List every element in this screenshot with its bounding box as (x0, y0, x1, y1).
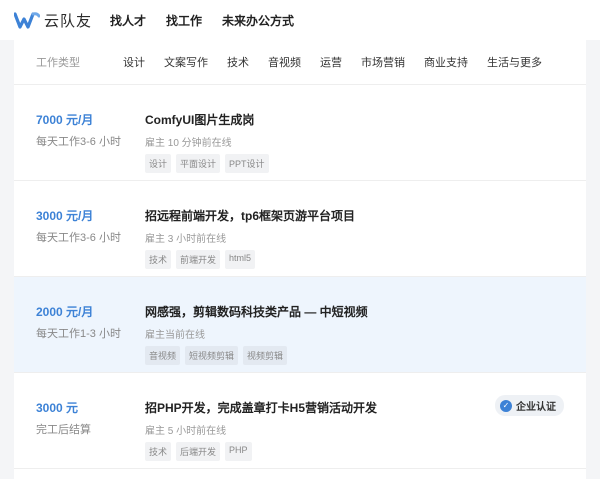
main-nav: 找人才 找工作 未来办公方式 (110, 12, 314, 29)
job-tags: 音视频 短视频剪辑 视频剪辑 (145, 346, 368, 365)
job-tag: PPT设计 (225, 154, 269, 173)
job-type-filter: 工作类型 设计 文案写作 技术 音视频 运营 市场营销 商业支持 生活与更多 (14, 40, 586, 85)
filter-category-marketing[interactable]: 市场营销 (361, 54, 405, 70)
job-salary: 2000 元/月 (36, 305, 94, 319)
filter-category-audio-video[interactable]: 音视频 (268, 54, 301, 70)
job-title[interactable]: 网感强，剪辑数码科技类产品 — 中短视频 (145, 303, 368, 320)
job-tag: 短视频剪辑 (185, 346, 239, 365)
job-listing[interactable]: 7000 元/月 每天工作3-6 小时 ComfyUI图片生成岗 雇主 10 分… (14, 85, 586, 181)
job-listing[interactable]: 3000 元/月 每天工作3-6 小时 招远程前端开发，tp6框架页游平台项目 … (14, 181, 586, 277)
enterprise-verified-badge: ✓ 企业认证 (495, 395, 564, 416)
job-tag: 设计 (145, 154, 172, 173)
employer-status: 雇主当前在线 (145, 330, 205, 341)
employer-status: 雇主 5 小时前在线 (145, 426, 227, 437)
filter-category-design[interactable]: 设计 (123, 54, 145, 70)
job-tag: html5 (225, 250, 256, 269)
job-list-panel: 工作类型 设计 文案写作 技术 音视频 运营 市场营销 商业支持 生活与更多 7… (14, 40, 586, 479)
employer-status: 雇主 3 小时前在线 (145, 234, 227, 245)
job-title[interactable]: ComfyUI图片生成岗 (145, 111, 274, 128)
job-salary: 7000 元/月 (36, 113, 94, 127)
verified-check-icon: ✓ (500, 399, 512, 412)
job-tag: 后端开发 (176, 442, 221, 461)
filter-category-copywriting[interactable]: 文案写作 (164, 54, 208, 70)
job-work-hours: 每天工作1-3 小时 (36, 328, 121, 340)
job-tags: 技术 后端开发 PHP (145, 442, 377, 461)
job-tags: 技术 前端开发 html5 (145, 250, 355, 269)
filter-label: 工作类型 (36, 57, 80, 69)
nav-find-talent[interactable]: 找人才 (110, 12, 146, 29)
nav-find-jobs[interactable]: 找工作 (166, 12, 202, 29)
filter-category-tech[interactable]: 技术 (227, 54, 249, 70)
job-tags: 设计 平面设计 PPT设计 (145, 154, 274, 173)
nav-future-work[interactable]: 未来办公方式 (222, 12, 294, 29)
job-work-hours: 完工后结算 (36, 424, 91, 436)
filter-category-life-more[interactable]: 生活与更多 (487, 54, 542, 70)
job-tag: 前端开发 (176, 250, 221, 269)
brand-name: 云队友 (44, 12, 93, 30)
job-salary: 3000 元/月 (36, 209, 94, 223)
job-title[interactable]: 招PHP开发，完成盖章打卡H5营销活动开发 (145, 399, 377, 416)
filter-category-operations[interactable]: 运营 (320, 54, 342, 70)
job-listing-hovered[interactable]: 2000 元/月 每天工作1-3 小时 网感强，剪辑数码科技类产品 — 中短视频… (14, 277, 586, 373)
badge-label: 企业认证 (516, 402, 556, 413)
job-work-hours: 每天工作3-6 小时 (36, 136, 121, 148)
brand-logo[interactable]: 云队友 (14, 10, 92, 31)
job-tag: 音视频 (145, 346, 181, 365)
job-tag: 平面设计 (176, 154, 221, 173)
job-tag: 技术 (145, 250, 172, 269)
job-title[interactable]: 招远程前端开发，tp6框架页游平台项目 (145, 207, 355, 224)
logo-icon (14, 12, 40, 29)
filter-category-business-support[interactable]: 商业支持 (424, 54, 468, 70)
job-tag: 视频剪辑 (243, 346, 288, 365)
job-salary: 3000 元 (36, 401, 79, 415)
job-listing[interactable]: 3000 元 完工后结算 招PHP开发，完成盖章打卡H5营销活动开发 雇主 5 … (14, 373, 586, 469)
job-tag: PHP (225, 442, 252, 461)
job-work-hours: 每天工作3-6 小时 (36, 232, 121, 244)
job-tag: 技术 (145, 442, 172, 461)
top-navigation-bar: 云队友 找人才 找工作 未来办公方式 (0, 0, 600, 40)
employer-status: 雇主 10 分钟前在线 (145, 138, 232, 149)
